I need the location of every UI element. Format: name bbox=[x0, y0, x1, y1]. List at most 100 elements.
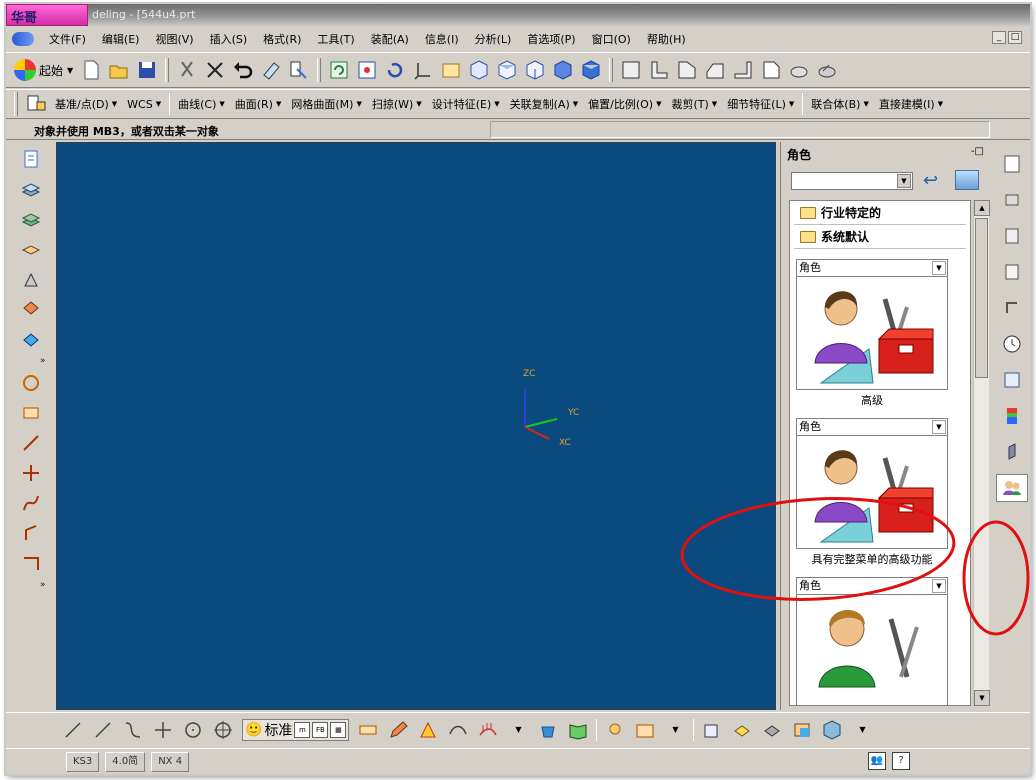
direct-modeling-menu[interactable]: 直接建模(I) ▼ bbox=[874, 92, 948, 116]
folder-system-default[interactable]: 系统默认 bbox=[794, 225, 966, 249]
standard-display-box[interactable]: 🙂 标准 m FB ▦ bbox=[242, 718, 350, 741]
scroll-down-icon[interactable]: ▼ bbox=[974, 690, 990, 706]
combine-menu[interactable]: 联合体(B) ▼ bbox=[806, 92, 874, 116]
materials-tab[interactable] bbox=[998, 438, 1026, 466]
web-tab[interactable] bbox=[998, 294, 1026, 322]
comb-button[interactable] bbox=[473, 716, 503, 744]
curve-menu[interactable]: 曲线(C) ▼ bbox=[173, 92, 230, 116]
taskbar-item[interactable]: NX 4 bbox=[151, 751, 190, 772]
roles-scrollbar[interactable]: ▲ ▼ bbox=[973, 200, 990, 706]
part-nav-button[interactable] bbox=[785, 56, 813, 84]
right-view-button[interactable] bbox=[549, 56, 577, 84]
mode-toggle-2[interactable]: FB bbox=[312, 721, 329, 738]
menu-information[interactable]: 信息(I) bbox=[418, 30, 466, 48]
book-button[interactable] bbox=[563, 716, 593, 744]
view-cube-button[interactable] bbox=[817, 716, 847, 744]
ruler-button[interactable] bbox=[353, 716, 383, 744]
assembly-nav-button[interactable] bbox=[813, 56, 841, 84]
info-button[interactable] bbox=[285, 56, 313, 84]
menu-assembly[interactable]: 装配(A) bbox=[364, 30, 416, 48]
history-tab-right[interactable] bbox=[998, 330, 1026, 358]
menu-window[interactable]: 窗口(O) bbox=[585, 30, 638, 48]
slope-select-button[interactable] bbox=[701, 56, 729, 84]
role-card-advanced[interactable]: 角色 ▼ 高级 bbox=[796, 259, 948, 408]
cup-button[interactable] bbox=[533, 716, 563, 744]
line-button[interactable] bbox=[58, 716, 88, 744]
new-file-button[interactable] bbox=[77, 56, 105, 84]
shaded-box-button[interactable] bbox=[577, 56, 605, 84]
camera-button[interactable] bbox=[630, 716, 660, 744]
web-browser-tab[interactable] bbox=[16, 266, 46, 292]
camera-dropdown[interactable]: ▼ bbox=[660, 716, 690, 744]
isometric-view-button[interactable] bbox=[465, 56, 493, 84]
top-view-button[interactable] bbox=[493, 56, 521, 84]
delete-button[interactable] bbox=[201, 56, 229, 84]
trim-menu[interactable]: 裁剪(T) ▼ bbox=[666, 92, 722, 116]
role-header[interactable]: 角色 ▼ bbox=[796, 259, 948, 277]
show-hide-button[interactable] bbox=[727, 716, 757, 744]
corner-tool-tab[interactable] bbox=[16, 520, 46, 546]
menu-tools[interactable]: 工具(T) bbox=[310, 30, 361, 48]
menu-analysis[interactable]: 分析(L) bbox=[468, 30, 519, 48]
constraint-navigator-tab[interactable] bbox=[16, 176, 46, 202]
view-cube-dropdown[interactable]: ▼ bbox=[847, 716, 877, 744]
role-card-essentials[interactable]: 角色 ▼ bbox=[796, 577, 948, 705]
fit-button[interactable] bbox=[353, 56, 381, 84]
light-button[interactable] bbox=[600, 716, 630, 744]
assembly-navigator-tab[interactable] bbox=[16, 146, 46, 172]
taskbar-item[interactable]: KS3 bbox=[66, 751, 100, 772]
taskbar-item[interactable]: 4.0简 bbox=[105, 751, 146, 772]
menu-preferences[interactable]: 首选项(P) bbox=[520, 30, 582, 48]
chevron-down-icon[interactable]: » bbox=[40, 580, 52, 590]
scroll-thumb[interactable] bbox=[975, 218, 988, 378]
cut-button[interactable] bbox=[173, 56, 201, 84]
role-card-advanced-full-menus[interactable]: 角色 ▼ 具有完整菜单的高级功能 bbox=[796, 418, 948, 567]
cross-tool-tab[interactable] bbox=[16, 460, 46, 486]
view-style-icon[interactable] bbox=[955, 170, 979, 190]
pin-icon[interactable]: -□ bbox=[971, 146, 984, 157]
tray-people-icon[interactable]: 👥 bbox=[868, 752, 886, 770]
circle-button[interactable] bbox=[178, 716, 208, 744]
arc-button[interactable] bbox=[443, 716, 473, 744]
refresh-button[interactable] bbox=[325, 56, 353, 84]
role-header[interactable]: 角色 ▼ bbox=[796, 418, 948, 436]
library-tab[interactable] bbox=[998, 258, 1026, 286]
menu-help[interactable]: 帮助(H) bbox=[640, 30, 693, 48]
mode-toggle-1[interactable]: m bbox=[294, 721, 311, 738]
back-arrow-icon[interactable]: ↩ bbox=[923, 170, 938, 191]
minimize-button[interactable]: _ bbox=[992, 31, 1006, 44]
palette-tab[interactable] bbox=[998, 222, 1026, 250]
menu-format[interactable]: 格式(R) bbox=[256, 30, 308, 48]
restore-button[interactable]: □ bbox=[1008, 31, 1022, 44]
step-select-button[interactable] bbox=[729, 56, 757, 84]
part-nav-tab[interactable] bbox=[998, 150, 1026, 178]
pencil-button[interactable] bbox=[383, 716, 413, 744]
keyboard-icon[interactable]: ▦ bbox=[330, 721, 347, 738]
sketch-button[interactable] bbox=[22, 90, 50, 118]
translucency-button[interactable] bbox=[787, 716, 817, 744]
system-materials-tab[interactable] bbox=[16, 326, 46, 352]
mesh-surface-menu[interactable]: 网格曲面(M) ▼ bbox=[286, 92, 366, 116]
menu-insert[interactable]: 插入(S) bbox=[203, 30, 255, 48]
sketch-curve-tab[interactable] bbox=[16, 370, 46, 396]
wcs-menu[interactable]: WCS ▼ bbox=[122, 92, 166, 116]
save-button[interactable] bbox=[133, 56, 161, 84]
datum-point-menu[interactable]: 基准/点(D) ▼ bbox=[50, 92, 122, 116]
scroll-up-icon[interactable]: ▲ bbox=[974, 200, 990, 216]
reuse-library-tab[interactable] bbox=[16, 236, 46, 262]
sweep-menu[interactable]: 扫掠(W) ▼ bbox=[367, 92, 427, 116]
roles-tab[interactable] bbox=[996, 474, 1028, 502]
chevron-down-icon[interactable]: » bbox=[40, 356, 52, 366]
layer-button[interactable] bbox=[757, 716, 787, 744]
comb-dropdown[interactable]: ▼ bbox=[503, 716, 533, 744]
face-select-button[interactable] bbox=[617, 56, 645, 84]
design-feature-menu[interactable]: 设计特征(E) ▼ bbox=[427, 92, 505, 116]
role-header[interactable]: 角色 ▼ bbox=[796, 577, 948, 595]
eraser-button[interactable] bbox=[257, 56, 285, 84]
menu-edit[interactable]: 编辑(E) bbox=[95, 30, 147, 48]
folder-industry-specific[interactable]: 行业特定的 bbox=[794, 201, 966, 225]
graphics-window[interactable]: ZC YC XC bbox=[56, 142, 776, 710]
menu-file[interactable]: 文件(F) bbox=[42, 30, 93, 48]
start-button[interactable]: 起始 ▼ bbox=[10, 56, 77, 84]
constraint-tab[interactable] bbox=[998, 186, 1026, 214]
